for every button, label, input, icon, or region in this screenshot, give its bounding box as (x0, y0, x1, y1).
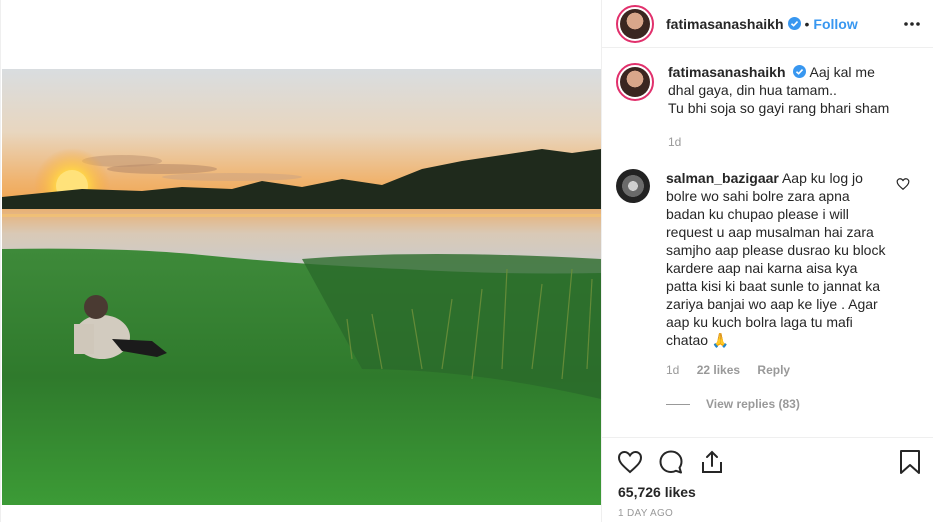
avatar[interactable] (616, 169, 650, 203)
header-username[interactable]: fatimasanashaikh (666, 16, 784, 32)
heart-icon[interactable] (896, 177, 910, 191)
post-timestamp: 1 DAY AGO (618, 508, 674, 519)
follow-button[interactable]: Follow (813, 16, 857, 32)
more-options-icon[interactable] (902, 14, 922, 34)
sunset-lake-photo (2, 69, 601, 505)
caption-username[interactable]: fatimasanashaikh (668, 64, 786, 80)
comment-text: Aap ku log jo bolre wo sahi bolre zara a… (666, 170, 886, 348)
likes-count[interactable]: 65,726 likes (618, 484, 696, 500)
caption-line-2: Tu bhi soja so gayi rang bhari sham (668, 100, 890, 116)
post-sidebar: fatimasanashaikh • Follow fatimasanashai… (601, 0, 933, 522)
bookmark-icon[interactable] (896, 448, 924, 476)
reply-button[interactable]: Reply (757, 363, 790, 377)
view-replies-label: View replies (83) (706, 397, 800, 411)
share-icon[interactable] (698, 448, 726, 476)
comment-age[interactable]: 1d (666, 363, 679, 377)
avatar[interactable] (616, 63, 654, 101)
comment-username[interactable]: salman_bazigaar (666, 170, 779, 186)
comment: salman_bazigaar Aap ku log jo bolre wo s… (616, 169, 920, 379)
view-replies-button[interactable]: View replies (83) (666, 397, 920, 411)
post-media-pane (0, 0, 601, 522)
heart-icon[interactable] (616, 448, 644, 476)
verified-badge-icon (787, 17, 801, 30)
separator-dot: • (804, 15, 810, 32)
comments-list[interactable]: fatimasanashaikh Aaj kal me dhal gaya, d… (602, 49, 933, 437)
comment-icon[interactable] (657, 448, 685, 476)
post-header: fatimasanashaikh • Follow (602, 0, 933, 48)
replies-divider (666, 403, 690, 405)
caption-age[interactable]: 1d (668, 135, 681, 149)
comment-likes[interactable]: 22 likes (697, 363, 740, 377)
caption: fatimasanashaikh Aaj kal me dhal gaya, d… (616, 63, 920, 151)
post-photo[interactable] (2, 69, 601, 505)
verified-badge-icon (793, 65, 807, 78)
avatar[interactable] (616, 4, 654, 43)
post-actions: 65,726 likes 1 DAY AGO (602, 437, 933, 522)
